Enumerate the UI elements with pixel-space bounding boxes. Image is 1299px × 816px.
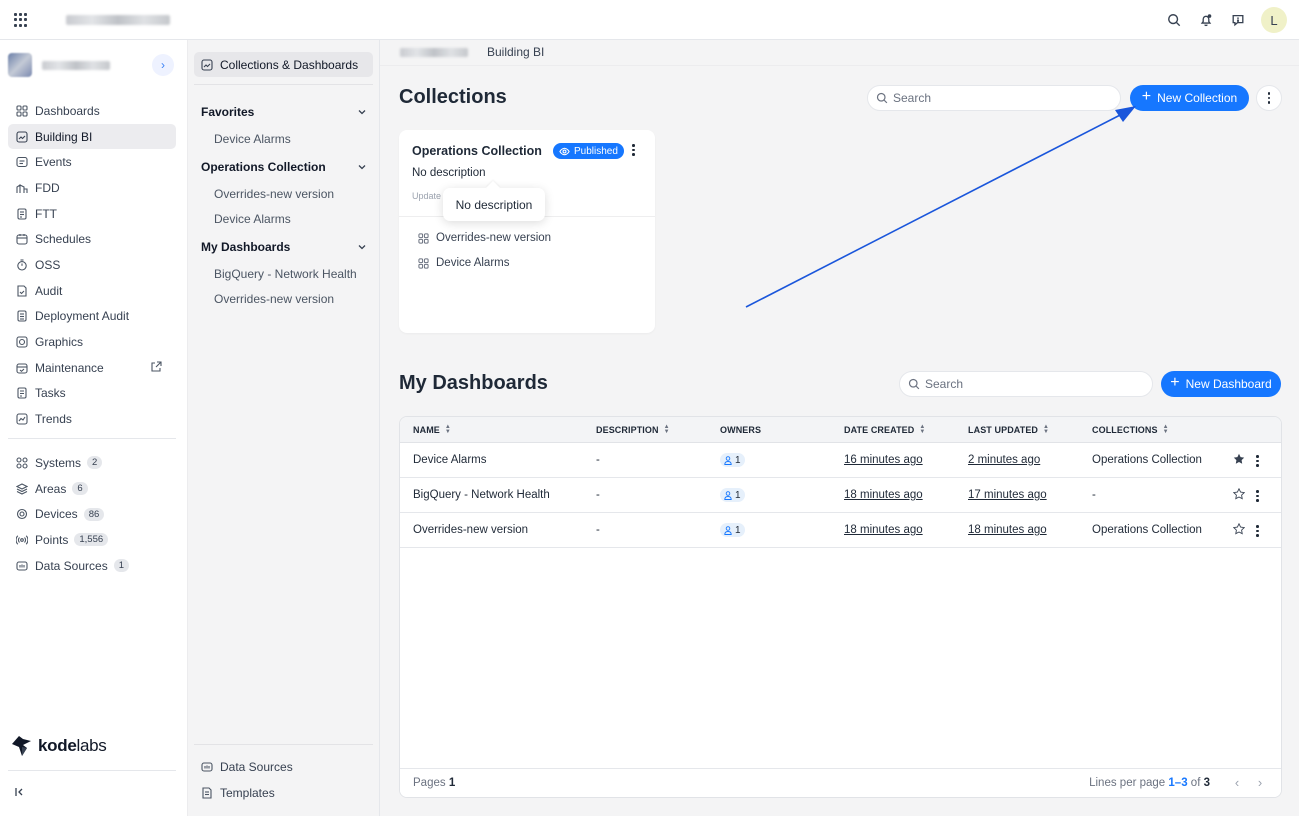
dashboards-title: My Dashboards xyxy=(399,372,548,394)
owners-count: 1 xyxy=(735,454,741,466)
cell-date-created[interactable]: 18 minutes ago xyxy=(844,489,923,501)
sort-icon[interactable]: ▲ ▼ xyxy=(1163,424,1169,435)
sort-icon[interactable]: ▲ ▼ xyxy=(664,424,670,435)
column-header-name[interactable]: NAME ▲ ▼ xyxy=(413,424,451,435)
cell-description: - xyxy=(596,454,600,466)
table-row[interactable]: Device Alarms - 1 16 minutes ago 2 minut… xyxy=(400,443,1281,478)
cell-name[interactable]: BigQuery - Network Health xyxy=(413,489,550,501)
cell-last-updated[interactable]: 18 minutes ago xyxy=(968,524,1047,536)
cell-collection: Operations Collection xyxy=(1092,524,1202,536)
column-header-label: COLLECTIONS xyxy=(1092,425,1158,435)
column-header-label: LAST UPDATED xyxy=(968,425,1039,435)
owners-count: 1 xyxy=(735,524,741,536)
column-header-last-updated[interactable]: LAST UPDATED ▲ ▼ xyxy=(968,424,1049,435)
lines-label: Lines per page xyxy=(1089,777,1166,789)
table-footer: Pages 1 Lines per page 1–3 of 3 ‹ › xyxy=(400,768,1281,797)
row-more-button[interactable] xyxy=(1256,525,1259,537)
lines-range: 1–3 xyxy=(1168,777,1188,789)
more-vertical-icon xyxy=(1256,490,1259,502)
row-more-button[interactable] xyxy=(1256,455,1259,467)
pages-indicator: Pages 1 xyxy=(413,777,455,789)
column-header-label: NAME xyxy=(413,425,440,435)
cell-description: - xyxy=(596,524,600,536)
star-filled-icon[interactable] xyxy=(1233,453,1245,465)
search-icon xyxy=(908,378,920,390)
new-dashboard-button[interactable]: + New Dashboard xyxy=(1161,371,1281,397)
column-header-description[interactable]: DESCRIPTION ▲ ▼ xyxy=(596,424,670,435)
pages-value: 1 xyxy=(448,777,456,789)
sort-icon[interactable]: ▲ ▼ xyxy=(1043,424,1049,435)
cell-last-updated[interactable]: 17 minutes ago xyxy=(968,489,1047,501)
cell-name[interactable]: Device Alarms xyxy=(413,454,487,466)
cell-collection: Operations Collection xyxy=(1092,454,1202,466)
prev-page-button[interactable]: ‹ xyxy=(1230,775,1244,791)
cell-date-created[interactable]: 16 minutes ago xyxy=(844,454,923,466)
owners-pill[interactable]: 1 xyxy=(720,523,745,537)
sort-icon[interactable]: ▲ ▼ xyxy=(919,424,925,435)
more-vertical-icon xyxy=(1256,525,1259,537)
column-header-owners: OWNERS xyxy=(720,425,761,435)
user-icon xyxy=(724,490,732,500)
table-row[interactable]: BigQuery - Network Health - 1 18 minutes… xyxy=(400,478,1281,513)
next-page-button[interactable]: › xyxy=(1253,775,1267,791)
dashboards-table: NAME ▲ ▼ DESCRIPTION ▲ ▼ OWNERS DATE CREATED… xyxy=(399,416,1282,798)
column-header-date-created[interactable]: DATE CREATED ▲ ▼ xyxy=(844,424,925,435)
column-header-collections[interactable]: COLLECTIONS ▲ ▼ xyxy=(1092,424,1169,435)
column-header-label: OWNERS xyxy=(720,425,762,435)
cell-date-created[interactable]: 18 minutes ago xyxy=(844,524,923,536)
dashboards-search[interactable] xyxy=(899,371,1153,397)
user-icon xyxy=(724,455,732,465)
table-row[interactable]: Overrides-new version - 1 18 minutes ago… xyxy=(400,513,1281,548)
lines-per-page: Lines per page 1–3 of 3 xyxy=(1089,777,1210,789)
column-header-label: DATE CREATED xyxy=(844,425,915,435)
star-outline-icon[interactable] xyxy=(1233,523,1245,535)
cell-name[interactable]: Overrides-new version xyxy=(413,524,528,536)
table-header: NAME ▲ ▼ DESCRIPTION ▲ ▼ OWNERS DATE CREATED… xyxy=(400,417,1281,443)
cell-description: - xyxy=(596,489,600,501)
more-vertical-icon xyxy=(1256,455,1259,467)
pages-label: Pages xyxy=(413,777,446,789)
owners-pill[interactable]: 1 xyxy=(720,488,745,502)
plus-icon: + xyxy=(1170,374,1180,391)
lines-of: of xyxy=(1190,777,1201,789)
cell-last-updated[interactable]: 2 minutes ago xyxy=(968,454,1040,466)
dashboards-search-input[interactable] xyxy=(925,377,1125,391)
lines-total: 3 xyxy=(1203,777,1210,789)
owners-count: 1 xyxy=(735,489,741,501)
column-header-label: DESCRIPTION xyxy=(596,425,659,435)
star-outline-icon[interactable] xyxy=(1233,488,1245,500)
new-dashboard-label: New Dashboard xyxy=(1185,377,1272,391)
user-icon xyxy=(724,525,732,535)
cell-collection: - xyxy=(1092,489,1096,501)
sort-icon[interactable]: ▲ ▼ xyxy=(445,424,451,435)
owners-pill[interactable]: 1 xyxy=(720,453,745,467)
row-more-button[interactable] xyxy=(1256,490,1259,502)
